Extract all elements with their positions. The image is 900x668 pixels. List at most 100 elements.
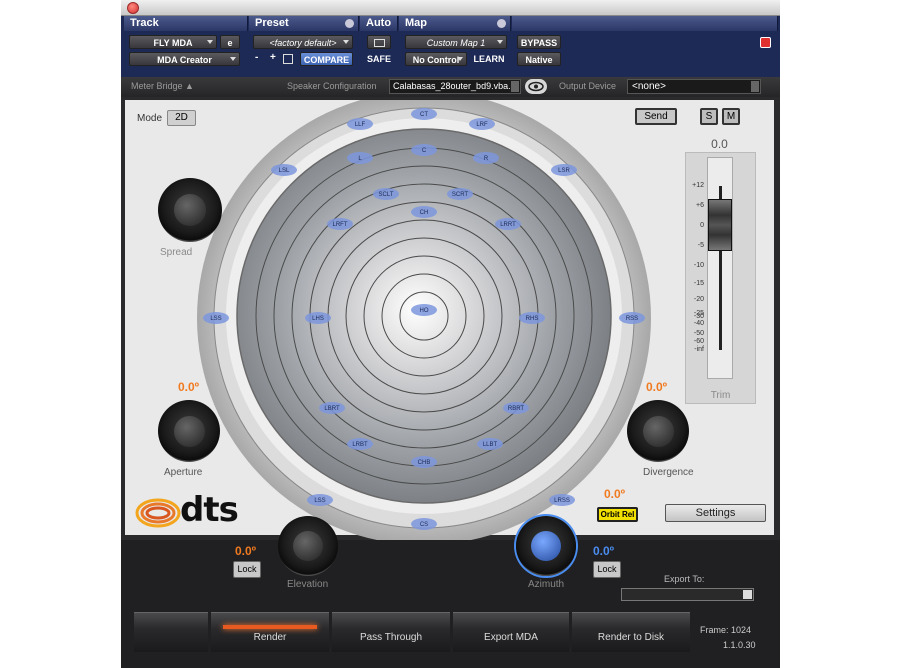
speaker-marker-lrss[interactable]: LRSS [549,494,575,506]
speaker-marker-scrt[interactable]: SCRT [447,188,473,200]
record-icon[interactable] [760,37,771,48]
map-selector[interactable]: Custom Map 1 [405,35,507,49]
speaker-config-value: Calabasas_28outer_bd9.vba... [393,81,516,91]
dts-swirl-logo [135,498,181,528]
preset-plus-button[interactable]: + [270,52,276,63]
trim-tick-label: -30 [693,313,704,320]
settings-button[interactable]: Settings [665,504,766,522]
chevron-down-icon [343,40,349,44]
preset-header: Preset [249,16,359,31]
track-e-button[interactable]: e [220,35,240,49]
svg-text:R: R [484,156,489,162]
speaker-marker-lbrt[interactable]: LBRT [319,402,345,414]
render-button[interactable]: Render [211,612,329,652]
compare-button[interactable]: COMPARE [300,52,353,66]
elevation-value: 0.0º [235,544,257,558]
meter-bridge-toggle[interactable]: Meter Bridge ▲ [131,81,194,91]
azimuth-lock-button[interactable]: Lock [593,561,621,578]
blank-button[interactable] [134,612,208,652]
elevation-lock-button[interactable]: Lock [233,561,261,578]
svg-text:LSL: LSL [279,168,290,174]
speaker-marker-rbrt[interactable]: RBRT [503,402,529,414]
pass-through-button[interactable]: Pass Through [332,612,450,652]
speaker-marker-llf[interactable]: LLF [347,118,373,130]
close-window-button[interactable] [127,2,139,14]
speaker-config-dropdown[interactable]: Calabasas_28outer_bd9.vba... [389,79,521,94]
output-device-value: <none> [632,81,666,92]
safe-button[interactable]: SAFE [364,52,394,66]
preset-minus-button[interactable]: - [255,52,258,63]
svg-text:RSS: RSS [626,316,638,322]
speaker-marker-lrbt[interactable]: LRBT [347,438,373,450]
speaker-marker-lss[interactable]: LSS [307,494,333,506]
learn-button[interactable]: LEARN [470,52,508,66]
speaker-marker-lrf[interactable]: LRF [469,118,495,130]
speaker-marker-sclt[interactable]: SCLT [373,188,399,200]
speaker-marker-lss[interactable]: LSS [203,312,229,324]
output-device-dropdown[interactable]: <none> [627,79,761,94]
divergence-value: 0.0º [646,380,668,394]
svg-text:LRBT: LRBT [352,442,368,448]
export-to-dropdown[interactable] [621,588,754,601]
speaker-marker-l[interactable]: L [347,152,373,164]
preset-selector[interactable]: <factory default> [253,35,353,49]
spread-knob-cap [174,194,206,226]
track-header: Track [124,16,248,31]
native-button[interactable]: Native [517,52,561,66]
render-to-disk-button[interactable]: Render to Disk [572,612,690,652]
export-mda-button[interactable]: Export MDA [453,612,569,652]
version-label: 1.1.0.30 [723,640,756,650]
speaker-marker-c[interactable]: C [411,144,437,156]
speaker-marker-lhs[interactable]: LHS [305,312,331,324]
svg-text:LSS: LSS [210,316,221,322]
svg-text:LLF: LLF [355,122,366,128]
svg-text:SCLT: SCLT [379,192,394,198]
spread-knob[interactable] [158,178,222,242]
eye-button[interactable] [525,79,547,94]
map-control-selector[interactable]: No Control [405,52,467,66]
speaker-marker-rhs[interactable]: RHS [519,312,545,324]
output-device-label: Output Device [559,81,617,91]
speaker-marker-lsl[interactable]: LSL [271,164,297,176]
speaker-marker-ch[interactable]: CH [411,206,437,218]
frame-label: Frame: 1024 [700,625,752,635]
svg-text:CS: CS [420,522,428,528]
speaker-marker-rss[interactable]: RSS [619,312,645,324]
solo-button[interactable]: S [700,108,718,125]
orbit-rel-button[interactable]: Orbit Rel [597,507,638,522]
map-control-value: No Control [412,55,460,65]
mode-2d-button[interactable]: 2D [167,110,196,126]
elevation-knob-cap [293,531,323,561]
speaker-marker-cs[interactable]: CS [411,518,437,530]
preset-menu-icon[interactable] [345,19,354,28]
trim-tick-label: -5 [697,242,704,249]
speaker-marker-llbt[interactable]: LLBT [477,438,503,450]
preset-name: <factory default> [269,38,337,48]
send-button[interactable]: Send [635,108,677,125]
speaker-marker-r[interactable]: R [473,152,499,164]
track-name-selector[interactable]: FLY MDA [129,35,217,49]
azimuth-knob[interactable] [516,516,576,576]
svg-text:SCRT: SCRT [452,192,469,198]
aperture-knob-cap [173,415,205,447]
panner-display[interactable]: LLF LRF L C R LSL LSR SCLT SCRT CH LRFT LRRT LSS LHS H… [196,100,654,570]
speaker-marker-chb[interactable]: CHB [411,456,437,468]
map-menu-icon[interactable] [497,19,506,28]
speaker-marker-lrft[interactable]: LRFT [327,218,353,230]
plugin-selector[interactable]: MDA Creator [129,52,240,66]
map-name: Custom Map 1 [426,38,486,48]
aperture-knob[interactable] [158,400,220,462]
speaker-marker-ho[interactable]: HO [411,304,437,316]
track-name: FLY MDA [153,38,193,48]
auto-window-button[interactable] [367,35,391,49]
trim-tick-label: +12 [692,182,704,189]
speaker-marker-lrrt[interactable]: LRRT [495,218,521,230]
divergence-knob[interactable] [627,400,689,462]
elevation-knob[interactable] [278,516,338,576]
mute-button[interactable]: M [722,108,740,125]
speaker-marker-lsr[interactable]: LSR [551,164,577,176]
speaker-marker-ct[interactable]: CT [411,108,437,120]
trim-fader-handle[interactable] [708,199,732,251]
copy-icon[interactable] [283,54,293,64]
bypass-button[interactable]: BYPASS [517,35,561,49]
